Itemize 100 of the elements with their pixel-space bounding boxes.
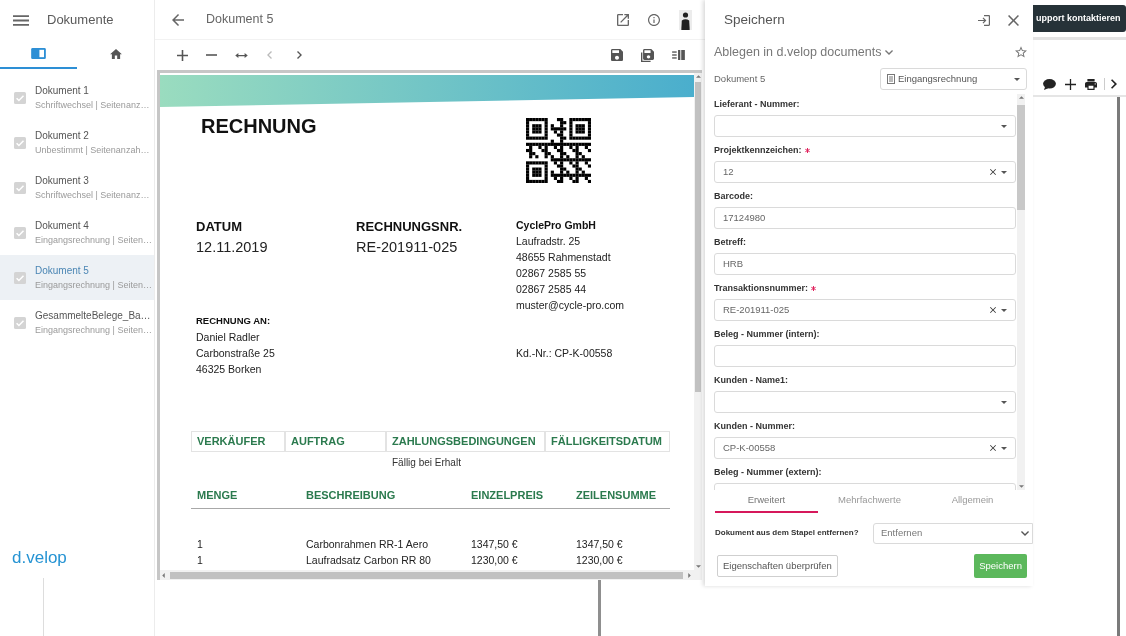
field-label: Transaktionsnummer: [714, 281, 809, 295]
scrollbar[interactable] [1017, 94, 1025, 490]
input-field[interactable]: HRB [714, 253, 1016, 275]
document-subtitle: Eingangsrechnung | Seiten… [35, 279, 152, 292]
field-label: Beleg - Nummer (intern): [714, 327, 820, 341]
document-list-item[interactable]: Dokument 3 Schriftwechsel | Seitenanz… [0, 165, 154, 210]
bill-to-label: RECHNUNG AN: [196, 314, 272, 328]
scrollbar-thumb[interactable] [695, 82, 701, 392]
caret-down-icon [1001, 124, 1007, 128]
horizontal-arrows-icon[interactable] [235, 52, 248, 58]
scrollbar-thumb[interactable] [170, 571, 683, 579]
panel-icon [31, 48, 46, 59]
table-header-cell-text: MENGE [197, 487, 238, 503]
document-title: Dokument 1 [35, 84, 90, 98]
plus-icon[interactable] [1065, 78, 1076, 90]
select-field[interactable] [714, 391, 1016, 413]
caret-down-icon[interactable] [1018, 485, 1024, 488]
document-subtitle: Unbestimmt | Seitenanzah… [35, 144, 150, 157]
document-subtitle: Schriftwechsel | Seitenanz… [35, 189, 150, 202]
company-name: CyclePro GmbH [516, 218, 597, 233]
invoice-number-label: RECHNUNGSNR. [356, 219, 464, 235]
qr-code-icon [526, 118, 591, 183]
table-cell: Fällig bei Erhalt [392, 457, 461, 468]
checkbox[interactable] [14, 136, 26, 149]
caret-down-icon [1001, 400, 1007, 404]
field-label: Kunden - Name1: [714, 373, 788, 387]
document-list-item[interactable]: Dokument 2 Unbestimmt | Seitenanzah… [0, 120, 154, 165]
table-header-cell: FÄLLIGKEITSDATUM [545, 431, 670, 452]
panel-title: Speichern [724, 10, 785, 29]
input-field[interactable] [714, 345, 1016, 367]
table-cell: 1 [197, 554, 203, 566]
support-button[interactable]: upport kontaktieren [1033, 5, 1126, 32]
avatar-icon[interactable] [679, 9, 692, 30]
document-list-item[interactable]: Dokument 5 Eingangsrechnung | Seiten… [0, 255, 154, 300]
company-address-line: muster@cycle-pro.com [516, 298, 625, 313]
open-external-icon[interactable] [617, 13, 629, 26]
x-icon[interactable] [990, 445, 996, 451]
sidebar-title: Dokumente [47, 11, 114, 30]
comment-icon[interactable] [1043, 78, 1056, 90]
caret-left-icon[interactable] [162, 572, 165, 578]
select-field[interactable]: CP-K-00558 [714, 437, 1016, 459]
remove-option-select[interactable]: Entfernen [873, 522, 1033, 544]
table-cell: 1347,50 € [471, 538, 518, 550]
checkbox[interactable] [14, 271, 26, 284]
document-list-item[interactable]: Dokument 1 Schriftwechsel | Seitenanz… [0, 75, 154, 120]
scrollbar-thumb[interactable] [1017, 105, 1025, 210]
document-name: Dokument 5 [714, 71, 766, 86]
checkbox[interactable] [14, 91, 26, 104]
invoice-date: 12.11.2019 [196, 238, 269, 256]
chevron-right-icon[interactable] [297, 51, 302, 59]
document-title: Dokument 2 [35, 129, 90, 143]
document-list-item[interactable]: Dokument 4 Eingangsrechnung | Seiten… [0, 210, 154, 255]
print-icon[interactable] [1085, 78, 1097, 90]
close-icon[interactable] [1008, 14, 1019, 26]
document-subtitle: Eingangsrechnung | Seiten… [35, 234, 152, 247]
document-subtitle: Schriftwechsel | Seitenanz… [35, 99, 150, 112]
check-properties-button[interactable]: Eigenschaften überprüfen [717, 555, 838, 577]
select-field[interactable]: 12 [714, 161, 1016, 183]
caret-down-icon[interactable] [695, 565, 701, 568]
document-icon [887, 74, 895, 84]
input-field[interactable]: 17124980 [714, 207, 1016, 229]
document-list-item[interactable]: GesammelteBelege_Ba… Eingangsrechnung | Seiten… [0, 300, 154, 345]
menu-icon[interactable] [13, 14, 29, 26]
document-subtitle: Eingangsrechnung | Seiten… [35, 324, 152, 337]
company-address-line: 02867 2585 44 [516, 282, 588, 297]
checkbox[interactable] [14, 226, 26, 239]
field-label: Betreff: [714, 235, 746, 249]
save-icon[interactable] [611, 49, 623, 61]
star-icon[interactable] [1015, 46, 1027, 58]
company-address-line: Laufradstr. 25 [516, 234, 582, 249]
chevron-right-icon[interactable] [1111, 79, 1117, 89]
field-label: Lieferant - Nummer: [714, 97, 800, 111]
document-type-select[interactable]: Eingangsrechnung [880, 68, 1027, 90]
caret-down-icon [1001, 170, 1007, 174]
remove-question: Dokument aus dem Stapel entfernen? [715, 527, 859, 539]
checkbox[interactable] [14, 316, 26, 329]
destination-dropdown[interactable]: Ablegen in d.velop documents [714, 42, 882, 62]
select-field[interactable] [714, 115, 1016, 137]
chevron-down-icon[interactable] [885, 49, 894, 55]
plus-icon[interactable] [177, 49, 188, 61]
x-icon[interactable] [990, 307, 996, 313]
info-icon[interactable] [648, 13, 660, 26]
caret-right-icon[interactable] [688, 572, 691, 578]
split-view-icon[interactable] [672, 50, 685, 60]
date-label: DATUM [196, 219, 243, 235]
field-label: Barcode: [714, 189, 753, 203]
scrollbar[interactable] [694, 73, 702, 570]
tab[interactable]: Erweitert [715, 490, 818, 513]
back-arrow-icon[interactable] [172, 13, 184, 26]
select-field[interactable]: RE-201911-025 [714, 299, 1016, 321]
caret-down-icon [1001, 446, 1007, 450]
x-icon[interactable] [990, 169, 996, 175]
table-cell: 1 [197, 538, 203, 550]
login-icon[interactable] [978, 14, 990, 26]
caret-up-icon[interactable] [1018, 96, 1024, 99]
caret-up-icon[interactable] [695, 75, 701, 78]
save-all-icon[interactable] [641, 48, 654, 62]
checkbox[interactable] [14, 181, 26, 194]
invoice-heading: RECHNUNG [201, 114, 318, 139]
field-label: Beleg - Nummer (extern): [714, 465, 822, 479]
